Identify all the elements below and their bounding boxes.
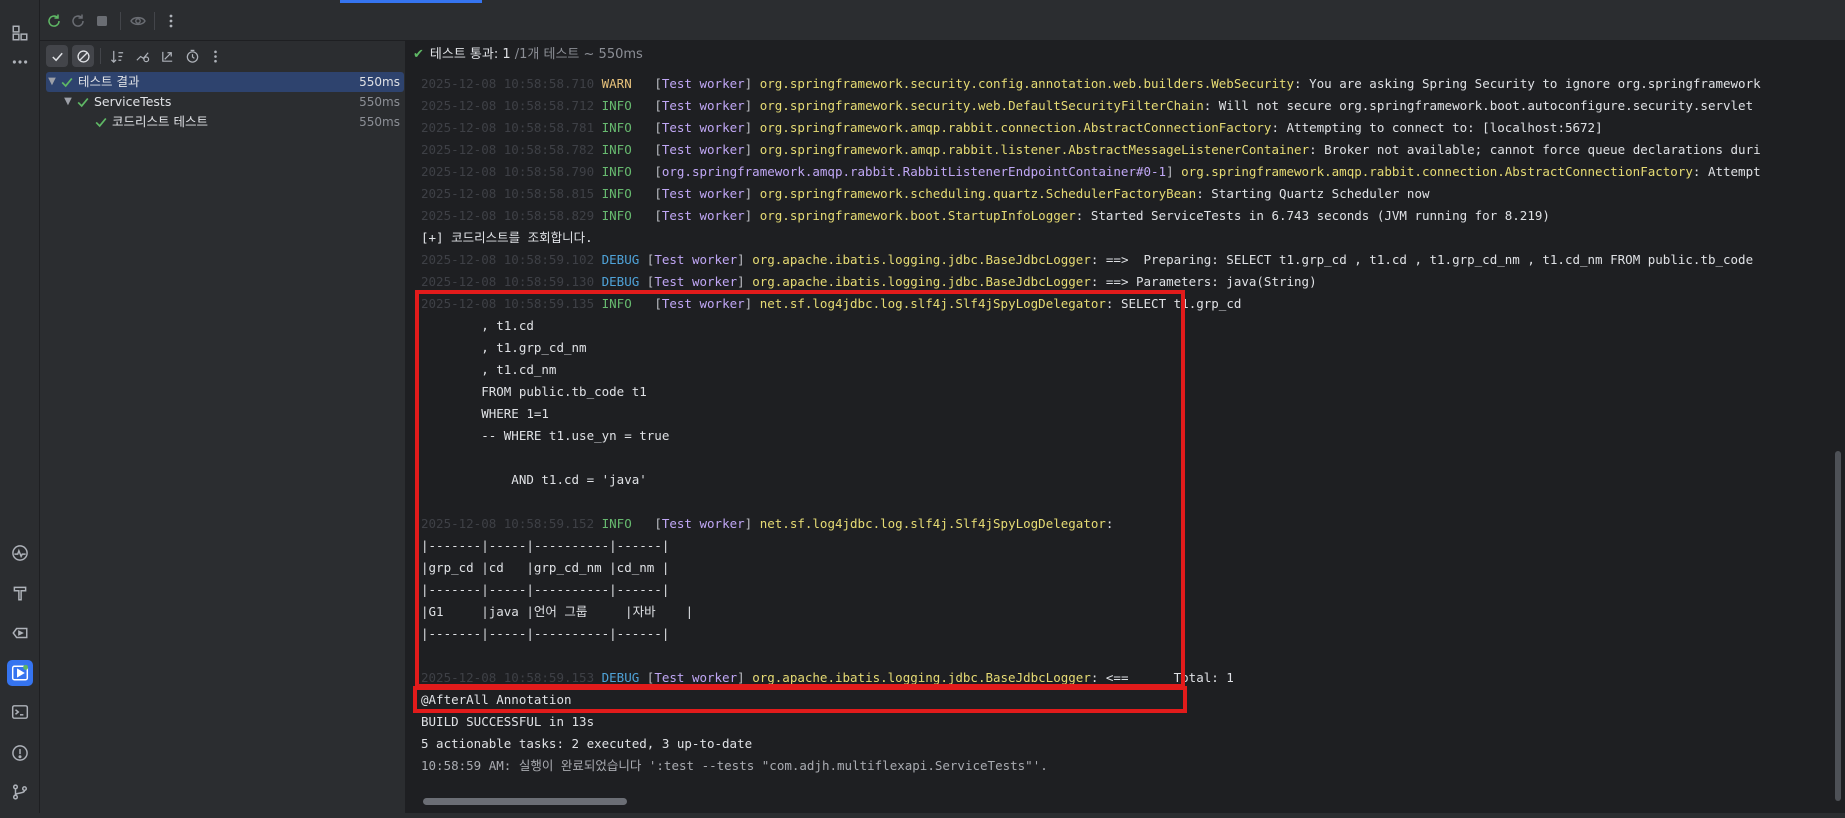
- log-line: 2025-12-08 10:58:58.815 INFO [Test worke…: [421, 186, 1430, 201]
- log-line: 2025-12-08 10:58:58.710 WARN [Test worke…: [421, 76, 1761, 91]
- tool-window-strip: [0, 0, 40, 818]
- tree-item-label: 코드리스트 테스트: [112, 114, 208, 129]
- show-passed-icon[interactable]: [46, 45, 68, 67]
- tree-item-label: 테스트 결과: [78, 74, 140, 89]
- sql-line: , t1.cd_nm: [421, 362, 557, 377]
- result-table-line: |-------|-----|----------|------|: [421, 538, 670, 553]
- passed-check-icon: [95, 117, 107, 128]
- more-vertical-icon[interactable]: [204, 45, 226, 67]
- chevron-down-icon[interactable]: ▼: [46, 72, 58, 92]
- log-line: 2025-12-08 10:58:58.781 INFO [Test worke…: [421, 120, 1603, 135]
- log-lines[interactable]: 2025-12-08 10:58:58.710 WARN [Test worke…: [421, 73, 1826, 793]
- passed-count: 1: [502, 47, 511, 62]
- tree-item-class[interactable]: ▼ ServiceTests 550ms: [46, 92, 404, 112]
- profiler-icon[interactable]: [7, 540, 33, 566]
- result-table-line: |-------|-----|----------|------|: [421, 626, 670, 641]
- result-table-line: |G1 |java |언어 그룹 |자바 |: [421, 604, 694, 619]
- problems-icon[interactable]: [7, 740, 33, 766]
- after-all-line: @AfterAll Annotation: [421, 692, 572, 707]
- rerun-failed-icon[interactable]: [68, 11, 88, 31]
- run-icon[interactable]: [7, 660, 33, 686]
- horizontal-scrollbar[interactable]: [423, 798, 627, 805]
- sql-line: WHERE 1=1: [421, 406, 549, 421]
- structure-icon[interactable]: [7, 20, 33, 46]
- log-line: 2025-12-08 10:58:58.712 INFO [Test worke…: [421, 98, 1754, 113]
- build-hammer-icon[interactable]: [7, 580, 33, 606]
- sql-line: -- WHERE t1.use_yn = true: [421, 428, 670, 443]
- sql-line: , t1.cd: [421, 318, 534, 333]
- sql-line: FROM public.tb_code t1: [421, 384, 647, 399]
- status-bar: [0, 813, 1845, 818]
- sort-duration-icon[interactable]: [131, 45, 153, 67]
- tree-toolbar: [40, 41, 406, 71]
- tasks-line: 5 actionable tasks: 2 executed, 3 up-to-…: [421, 736, 753, 751]
- log-line: 2025-12-08 10:58:58.790 INFO [org.spring…: [421, 164, 1761, 179]
- chevron-down-icon[interactable]: ▼: [62, 92, 74, 112]
- more-horizontal-icon[interactable]: [7, 49, 33, 75]
- eye-icon[interactable]: [128, 11, 148, 31]
- tree-item-root[interactable]: ▼ 테스트 결과 550ms: [46, 72, 404, 92]
- vertical-scrollbar[interactable]: [1835, 451, 1841, 801]
- tree-item-duration: 550ms: [359, 115, 400, 129]
- tree-item-test[interactable]: 코드리스트 테스트 550ms: [46, 112, 404, 132]
- log-line: 2025-12-08 10:58:58.782 INFO [Test worke…: [421, 142, 1761, 157]
- log-line: 2025-12-08 10:58:59.135 INFO [Test worke…: [421, 296, 1242, 311]
- build-result-line: BUILD SUCCESSFUL in 13s: [421, 714, 595, 729]
- history-icon[interactable]: [181, 45, 203, 67]
- result-table-line: |-------|-----|----------|------|: [421, 582, 670, 597]
- log-line: 2025-12-08 10:58:59.153 DEBUG [Test work…: [421, 670, 1234, 685]
- tree-item-label: ServiceTests: [94, 94, 172, 109]
- log-line: [+] 코드리스트를 조회합니다.: [421, 230, 593, 245]
- log-line: 2025-12-08 10:58:58.829 INFO [Test worke…: [421, 208, 1550, 223]
- run-toolbar: [40, 0, 1845, 41]
- log-line: 2025-12-08 10:58:59.102 DEBUG [Test work…: [421, 252, 1754, 267]
- rerun-icon[interactable]: [44, 11, 64, 31]
- log-line: 2025-12-08 10:58:59.152 INFO [Test worke…: [421, 516, 1114, 531]
- sql-line: AND t1.cd = 'java': [421, 472, 647, 487]
- stop-icon[interactable]: [92, 11, 112, 31]
- terminal-icon[interactable]: [7, 699, 33, 725]
- services-icon[interactable]: [7, 620, 33, 646]
- test-status: ✔ 테스트 통과: 1 /1개 테스트 ~ 550ms: [413, 47, 643, 62]
- log-line: 2025-12-08 10:58:59.130 DEBUG [Test work…: [421, 274, 1317, 289]
- run-finished-line: 10:58:59 AM: 실행이 완료되었습니다 ':test --tests …: [421, 758, 1048, 773]
- active-tab-indicator: [340, 0, 482, 3]
- sql-line: , t1.grp_cd_nm: [421, 340, 587, 355]
- tree-item-duration: 550ms: [359, 95, 400, 109]
- git-branch-icon[interactable]: [7, 779, 33, 805]
- more-vertical-icon[interactable]: [161, 11, 181, 31]
- console-output[interactable]: ✔ 테스트 통과: 1 /1개 테스트 ~ 550ms 2025-12-08 10…: [407, 41, 1845, 813]
- sort-icon[interactable]: [106, 45, 128, 67]
- collapse-icon[interactable]: [156, 45, 178, 67]
- show-ignored-icon[interactable]: [72, 45, 94, 67]
- tree-item-duration: 550ms: [359, 75, 400, 89]
- passed-check-icon: [77, 97, 89, 108]
- passed-check-icon: ✔: [413, 47, 424, 62]
- passed-check-icon: [61, 77, 73, 88]
- test-results-panel: ▼ 테스트 결과 550ms ▼ ServiceTests 550ms 코드리스…: [40, 41, 406, 813]
- result-table-line: |grp_cd |cd |grp_cd_nm |cd_nm |: [421, 560, 670, 575]
